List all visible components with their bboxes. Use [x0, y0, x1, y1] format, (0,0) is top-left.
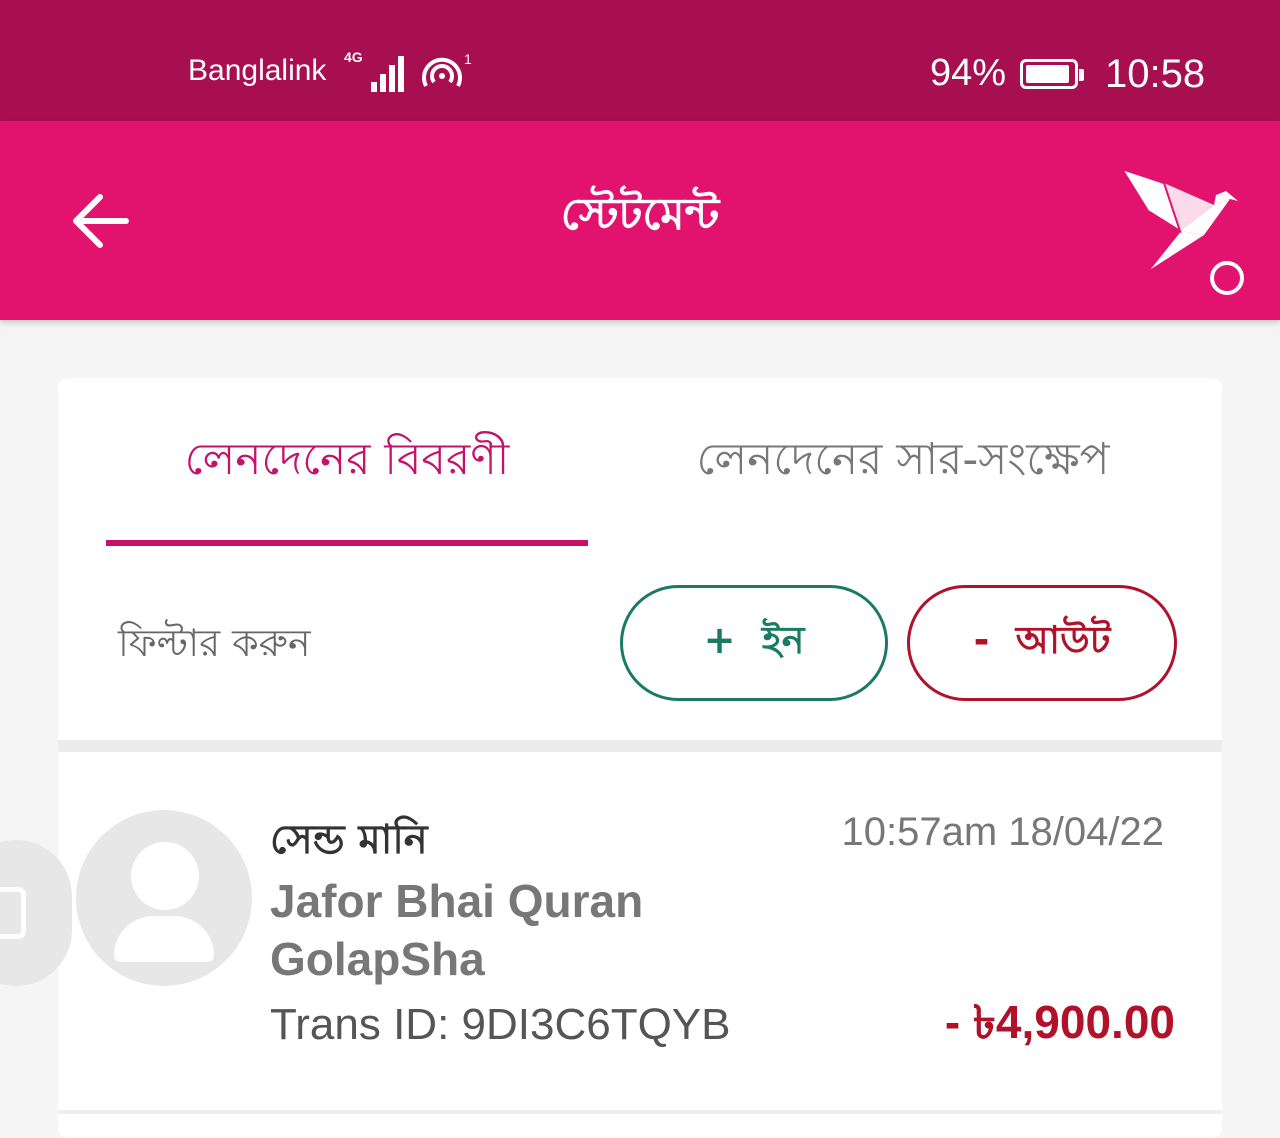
avatar-body — [114, 916, 214, 962]
hotspot-count: 1 — [464, 52, 472, 67]
transaction-type: সেন্ড মানি — [270, 817, 428, 863]
status-clock: 10:58 — [1105, 52, 1206, 96]
recipient-name: Jafor Bhai Quran GolapSha — [270, 875, 644, 985]
avatar — [76, 810, 252, 986]
app-bar: স্টেটমেন্ট — [0, 121, 1280, 320]
status-bar: Banglalink 4G 1 94% 10:58 — [0, 0, 1280, 121]
row-separator — [58, 1110, 1222, 1114]
filter-out-label: - আউট — [973, 618, 1111, 662]
hotspot-icon: 1 — [422, 52, 472, 87]
statement-card: লেনদেনের বিবরণী লেনদেনের সার-সংক্ষেপ ফিল… — [58, 378, 1222, 1138]
battery-nub — [1079, 69, 1084, 81]
transaction-id: Trans ID: 9DI3C6TQYB — [270, 1000, 731, 1049]
section-divider — [58, 740, 1222, 752]
transaction-row[interactable]: সেন্ড মানি 10:57am 18/04/22 Jafor Bhai Q… — [58, 752, 1222, 1110]
tab-transaction-details[interactable]: লেনদেনের বিবরণী — [106, 426, 588, 499]
avatar-head — [131, 842, 199, 910]
active-tab-indicator — [106, 540, 588, 546]
transaction-datetime: 10:57am 18/04/22 — [841, 810, 1164, 854]
filter-in-button[interactable]: + ইন — [620, 585, 888, 701]
network-type-label: 4G — [344, 49, 363, 65]
floating-indicator-icon — [1210, 261, 1244, 295]
filter-out-button[interactable]: - আউট — [907, 585, 1177, 701]
floating-bubble-icon — [0, 887, 26, 939]
filter-in-label: + ইন — [703, 618, 805, 662]
bird-logo-icon — [1121, 168, 1238, 272]
battery-percent: 94% — [930, 52, 1007, 94]
battery-icon — [1020, 59, 1084, 89]
page-title: স্টেটমেন্ট — [560, 189, 720, 240]
filter-label: ফিল্টার করুন — [118, 621, 311, 665]
battery-fill — [1026, 65, 1069, 83]
transaction-amount: - ৳4,900.00 — [944, 996, 1175, 1048]
signal-strength-icon — [365, 52, 409, 92]
tab-transaction-summary[interactable]: লেনদেনের সার-সংক্ষেপ — [633, 426, 1173, 499]
carrier-name: Banglalink — [188, 54, 327, 87]
